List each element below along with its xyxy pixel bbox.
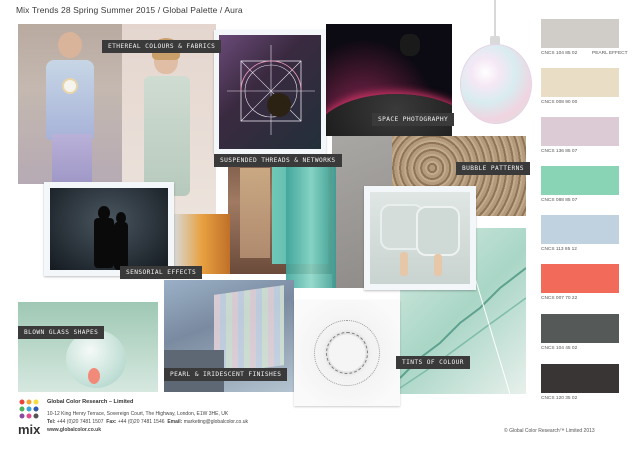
swatch-5 [541,215,619,244]
mix-logo: mix [18,398,46,438]
logo-text: mix [18,422,41,437]
label-blown: BLOWN GLASS SHAPES [18,326,105,339]
swatch-code: CNCS 120 35 02 [541,396,578,401]
tel-value: +44 (0)20 7481 1507 [56,419,104,425]
swatch-code: CNCS 136 85 07 [541,149,578,154]
company-address: 10-12 King Henry Terrace, Sovereign Cour… [47,411,229,417]
swatch-pearl-effect [541,19,619,48]
swatch-code: CNCS 088 85 07 [541,198,578,203]
label-tints: TINTS OF COLOUR [396,356,470,369]
tel-label: Tel: [47,419,56,425]
swatch-2 [541,68,619,97]
swatch-7 [541,314,619,343]
suspended-threads-polaroid [214,30,326,154]
page-title: Mix Trends 28 Spring Summer 2015 / Globa… [16,5,243,15]
contact-line: Tel: +44 (0)20 7481 1507 Fax: +44 (0)20 … [47,419,248,425]
swatch-code: CNCS 104 45 02 [541,346,578,351]
blown-glass-photo [18,302,158,392]
copyright: © Global Color Research™ Limited 2013 [504,428,595,434]
swatch-code: CNCS 007 70 22 [541,296,578,301]
dotted-mirror-photo [294,300,400,406]
sensorial-polaroid [44,182,174,276]
label-suspended: SUSPENDED THREADS & NETWORKS [214,154,342,167]
swatch-4 [541,166,619,195]
swatch-8 [541,364,619,393]
email-link[interactable]: marketing@globalcolor.co.uk [184,419,248,425]
iridescent-bubble-lamp [452,0,538,140]
label-pearl: PEARL & IRIDESCENT FINISHES [164,368,288,381]
label-bubble: BUBBLE PATTERNS [456,162,530,175]
email-label: Email: [167,419,183,425]
label-sensorial: SENSORIAL EFFECTS [120,266,203,279]
swatch-6 [541,264,619,293]
label-space: SPACE PHOTOGRAPHY [372,113,455,126]
geometric-threads-graphic [227,45,315,135]
orange-interior-photo [174,214,230,274]
fax-value: +44 (0)20 7481 1546 [117,419,165,425]
logo-dot-grid-icon [19,399,39,419]
label-ethereal: ETHEREAL COLOURS & FABRICS [102,40,222,53]
swatch-code: CNCS 008 90 00 [541,100,578,105]
website-link[interactable]: www.globalcolor.co.uk [47,427,101,433]
swatch-3 [541,117,619,146]
fax-label: Fax: [106,419,117,425]
swatch-code: CNCS 113 85 12 [541,247,577,252]
company-name: Global Color Research – Limited [47,399,134,405]
teal-glass-photo [286,154,336,288]
swatch-code: CNCS 104 85 02 [541,51,578,56]
swatch-name: PEARL EFFECT [592,51,628,56]
bubble-interior-polaroid [364,186,476,290]
